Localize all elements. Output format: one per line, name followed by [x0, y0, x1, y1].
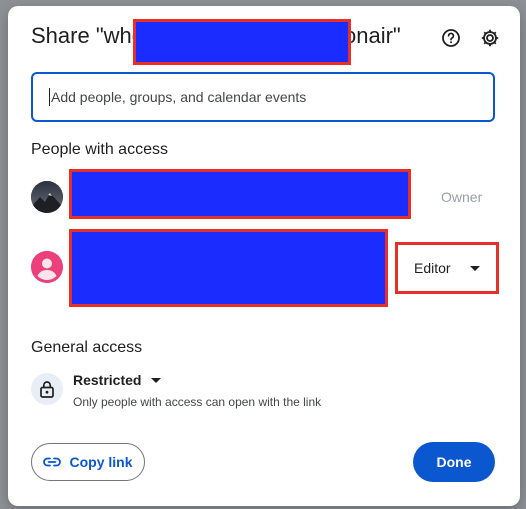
owner-avatar	[31, 181, 63, 213]
text-caret	[49, 88, 50, 106]
redacted-file-name	[133, 19, 351, 65]
lock-icon	[31, 373, 63, 405]
owner-role-label: Owner	[441, 189, 483, 205]
redacted-owner-identity	[69, 169, 411, 219]
gear-icon[interactable]	[476, 24, 504, 52]
add-people-input[interactable]: Add people, groups, and calendar events	[31, 72, 495, 122]
done-label: Done	[436, 454, 472, 470]
editor-avatar	[31, 251, 63, 283]
general-access-dropdown[interactable]: Restricted	[73, 372, 162, 388]
done-button[interactable]: Done	[413, 442, 495, 482]
help-icon[interactable]	[437, 24, 465, 52]
people-with-access-heading: People with access	[31, 141, 168, 158]
editor-role-label: Editor	[414, 260, 451, 276]
general-access-description: Only people with access can open with th…	[73, 395, 322, 409]
dialog-title-suffix: onair"	[344, 23, 401, 48]
copy-link-button[interactable]: Copy link	[31, 443, 145, 481]
redacted-editor-identity	[69, 229, 388, 307]
dropdown-arrow-icon	[151, 377, 162, 383]
dialog-title-prefix: Share "whe	[31, 23, 144, 48]
dropdown-arrow-icon	[470, 266, 480, 271]
add-people-placeholder: Add people, groups, and calendar events	[51, 89, 307, 105]
general-access-level: Restricted	[73, 372, 142, 388]
general-access-heading: General access	[31, 339, 143, 356]
copy-link-label: Copy link	[69, 454, 133, 470]
share-dialog: Share "whe onair" Add people, groups, an…	[8, 6, 520, 506]
editor-role-dropdown[interactable]: Editor	[395, 242, 499, 294]
link-icon	[43, 454, 62, 470]
